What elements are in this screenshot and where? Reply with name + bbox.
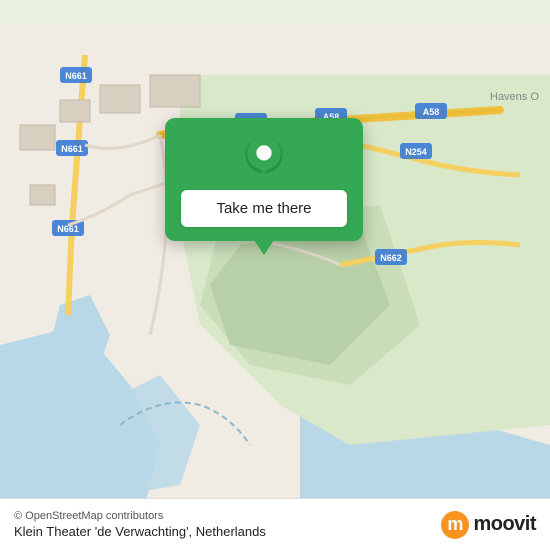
moovit-logo[interactable]: m moovit bbox=[441, 511, 536, 539]
bottom-bar: © OpenStreetMap contributors Klein Theat… bbox=[0, 498, 550, 550]
location-name: Klein Theater 'de Verwachting', Netherla… bbox=[14, 524, 266, 539]
map-container: A58 A58 A58 N661 N661 N661 N254 N662 bbox=[0, 0, 550, 550]
take-me-there-button[interactable]: Take me there bbox=[181, 190, 347, 227]
map-background: A58 A58 A58 N661 N661 N661 N254 N662 bbox=[0, 0, 550, 550]
popup-card: Take me there bbox=[165, 118, 363, 241]
svg-text:N661: N661 bbox=[65, 71, 87, 81]
svg-text:N254: N254 bbox=[405, 147, 427, 157]
bottom-left: © OpenStreetMap contributors Klein Theat… bbox=[14, 510, 266, 539]
moovit-text: moovit bbox=[473, 513, 536, 536]
svg-text:N661: N661 bbox=[57, 224, 79, 234]
svg-text:N661: N661 bbox=[61, 144, 83, 154]
moovit-m-icon: m bbox=[441, 511, 469, 539]
svg-text:N662: N662 bbox=[380, 253, 402, 263]
svg-text:Havens O: Havens O bbox=[490, 91, 539, 103]
attribution-text: © OpenStreetMap contributors bbox=[14, 510, 266, 522]
location-pin-icon bbox=[242, 136, 286, 180]
svg-text:A58: A58 bbox=[423, 107, 440, 117]
